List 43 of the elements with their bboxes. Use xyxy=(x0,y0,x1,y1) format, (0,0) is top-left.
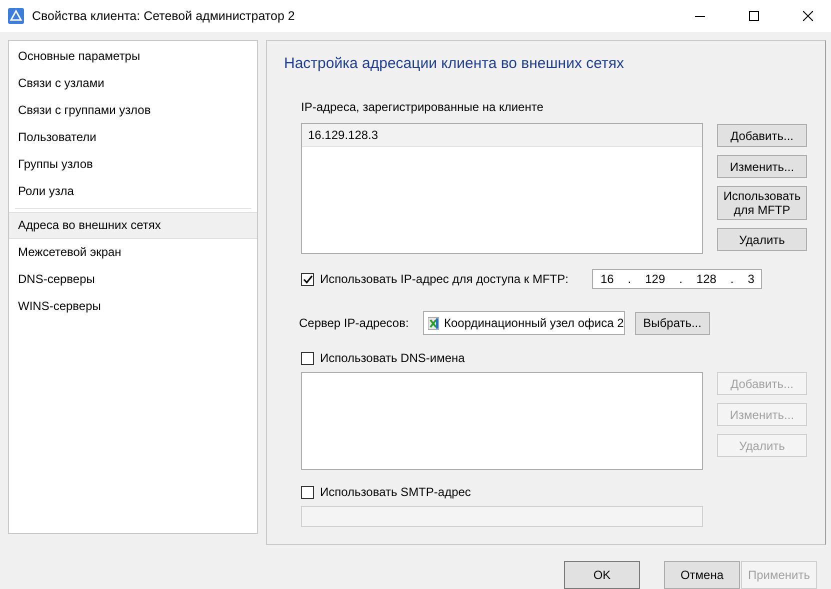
panel-heading: Настройка адресации клиента во внешних сетях xyxy=(284,55,625,72)
sidebar-item[interactable]: Основные параметры xyxy=(9,43,257,70)
dialog-button[interactable]: OK xyxy=(564,561,640,589)
octet-value: 3 xyxy=(748,272,754,286)
app-icon xyxy=(8,8,24,24)
server-name: Координационный узел офиса 2 xyxy=(444,316,624,330)
list-button[interactable]: Изменить... xyxy=(717,155,807,178)
ip-address-list[interactable]: 16.129.128.3 xyxy=(301,123,703,254)
list-label: IP-адреса, зарегистрированные на клиенте xyxy=(301,100,544,114)
list-button[interactable]: Использовать для MFTP xyxy=(717,186,807,220)
octet-value: 16 xyxy=(600,272,614,286)
window-title: Свойства клиента: Сетевой администратор 2 xyxy=(32,9,296,23)
checkmark-icon xyxy=(302,274,312,284)
checkbox[interactable] xyxy=(301,272,314,286)
node-icon xyxy=(428,316,439,330)
checkbox-label: Использовать IP-адрес для доступа к MFTP: xyxy=(320,272,568,286)
select-button[interactable]: Выбрать... xyxy=(634,312,710,334)
sidebar-item[interactable]: DNS-серверы xyxy=(9,266,257,293)
ip-address-field[interactable]: 16 . 129 . 128 . 3 xyxy=(592,269,762,289)
sidebar-item[interactable]: Группы узлов xyxy=(9,151,257,178)
sidebar-item[interactable]: Пользователи xyxy=(9,124,257,151)
checkbox-label: Использовать SMTP-адрес xyxy=(320,485,471,499)
sidebar-item[interactable]: Межсетевой экран xyxy=(9,239,257,266)
sidebar-item[interactable]: Роли узла xyxy=(9,178,257,205)
octet-separator: . xyxy=(679,272,682,286)
octet-value: 128 xyxy=(696,272,716,286)
octet-value: 129 xyxy=(645,272,666,286)
list-item[interactable]: 16.129.128.3 xyxy=(302,124,702,147)
maximize-button[interactable] xyxy=(749,11,759,21)
checkbox[interactable] xyxy=(301,352,314,364)
list-button[interactable]: Удалить xyxy=(717,228,807,251)
sidebar-item[interactable]: Связи с группами узлов xyxy=(9,97,257,124)
close-button[interactable] xyxy=(803,11,813,21)
sidebar-item[interactable]: WINS-серверы xyxy=(9,293,257,320)
octet-separator: . xyxy=(628,272,632,286)
octet-separator: . xyxy=(730,272,734,286)
dialog-button[interactable]: Отмена xyxy=(664,561,740,589)
checkbox-label: Использовать DNS-имена xyxy=(320,351,465,365)
list-button[interactable]: Добавить... xyxy=(717,124,807,147)
sidebar-item[interactable]: Адреса во внешних сетях xyxy=(9,212,257,239)
sidebar-item[interactable]: Связи с узлами xyxy=(9,70,257,97)
server-field[interactable]: Координационный узел офиса 2 xyxy=(422,311,625,335)
server-label: Сервер IP-адресов: xyxy=(299,316,409,330)
